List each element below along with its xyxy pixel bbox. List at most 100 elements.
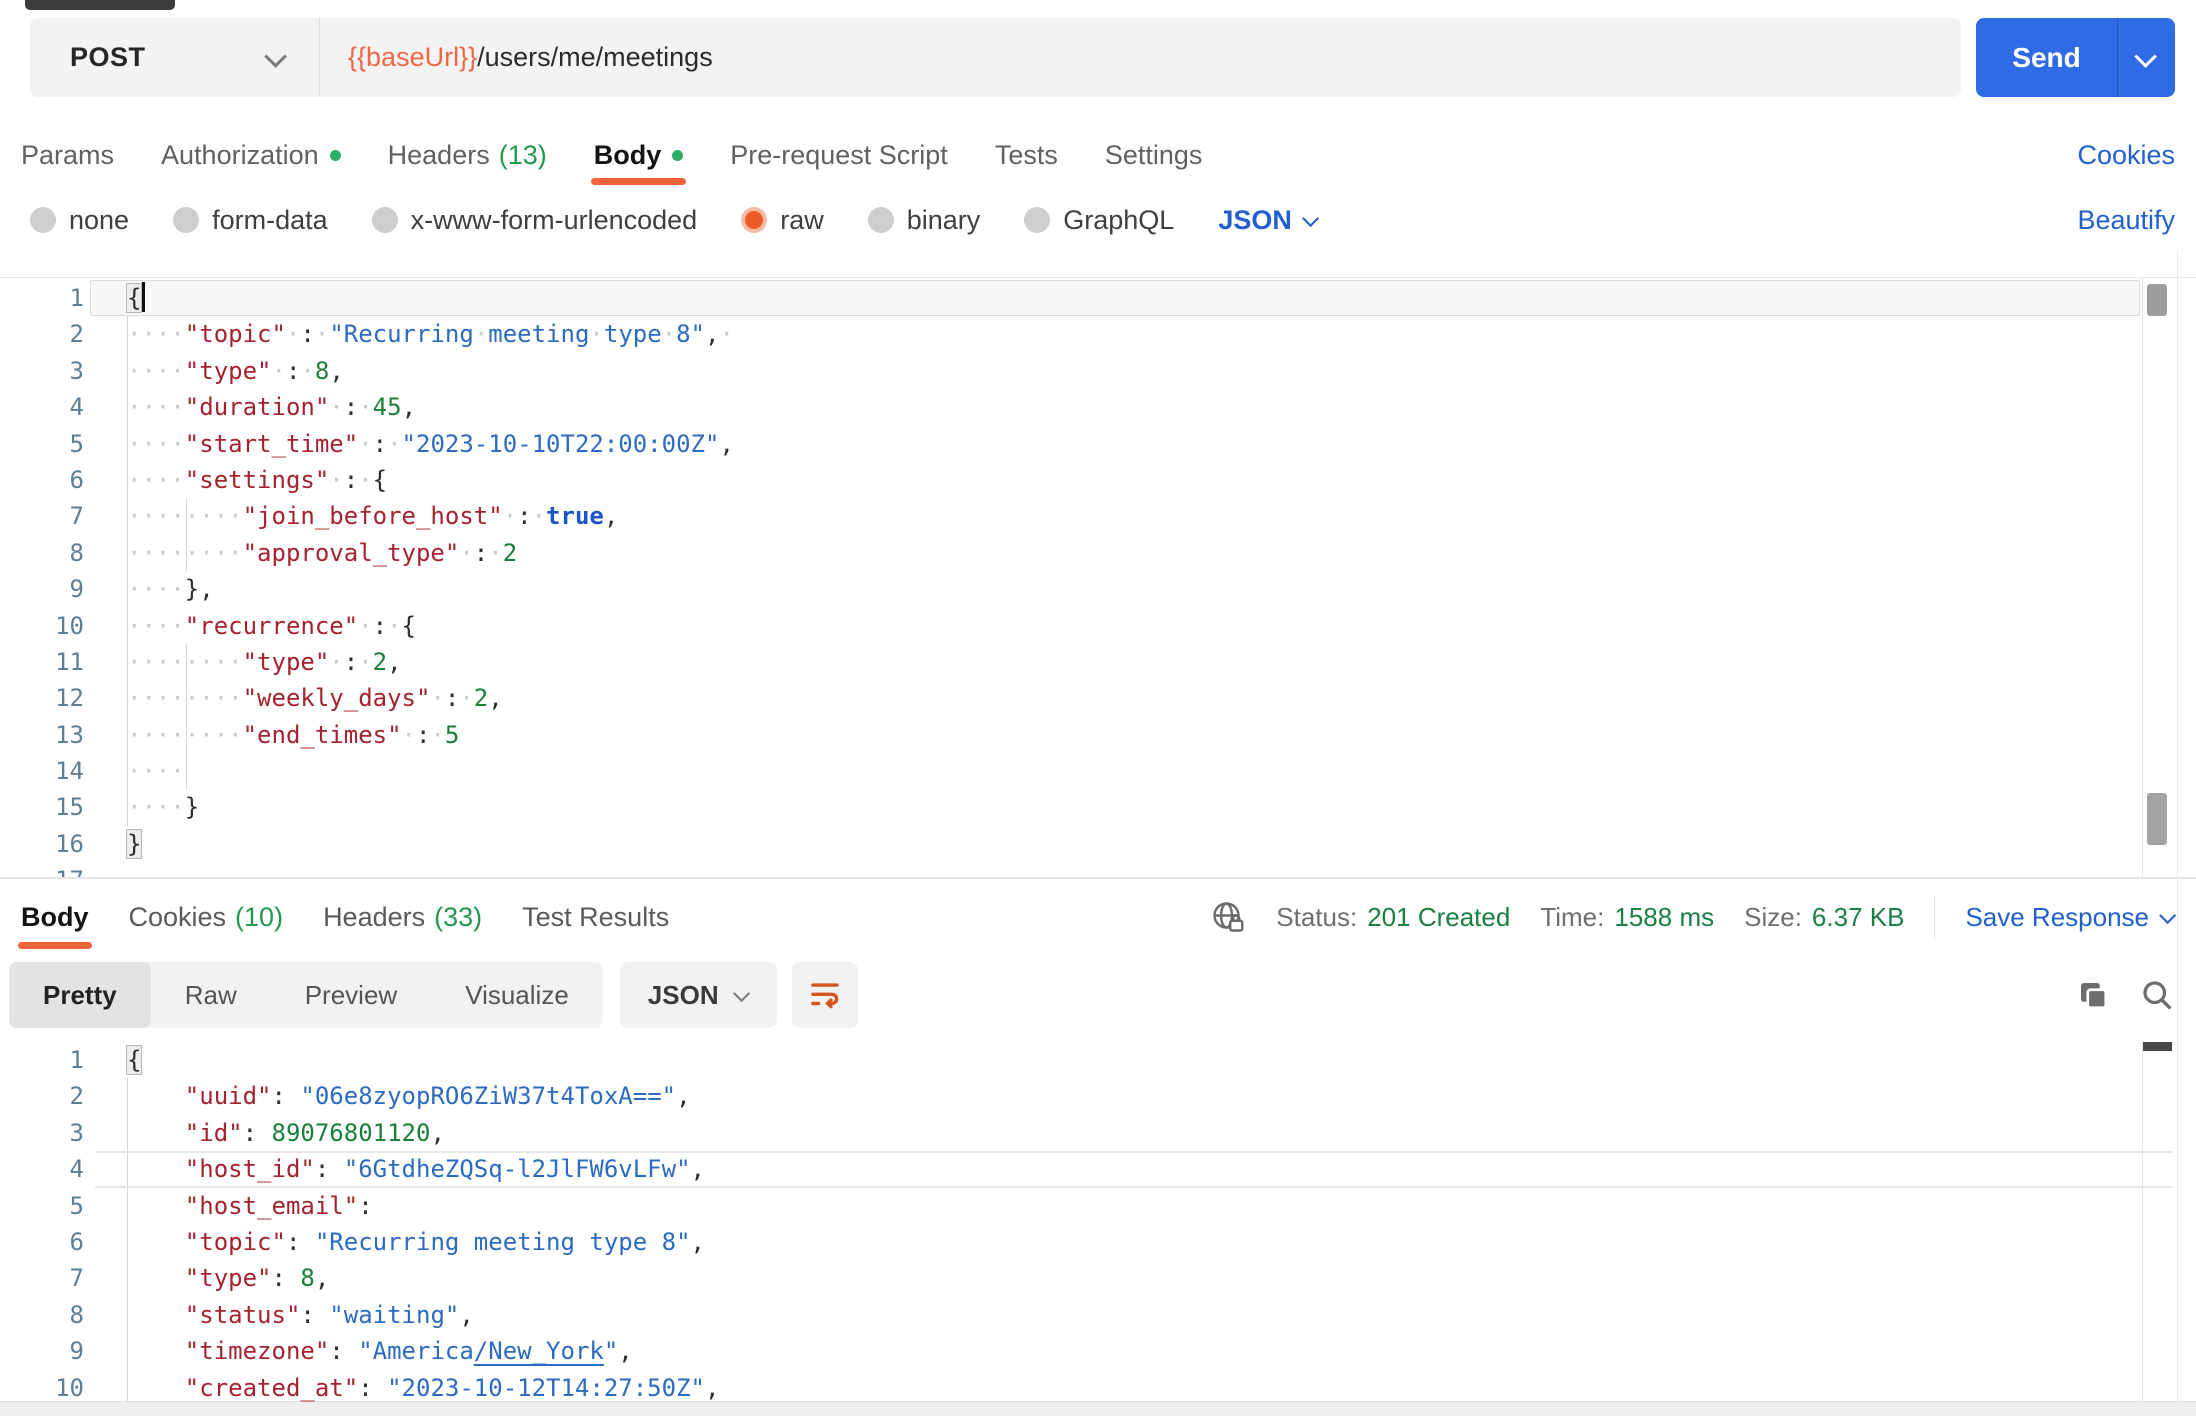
tab-label: Headers: [323, 901, 426, 932]
code-line[interactable]: 6 ····"settings"·:·{: [0, 462, 2196, 498]
code-token: "2023-10-12T14:27:50Z": [387, 1373, 705, 1402]
scrollbar-thumb[interactable]: [2147, 284, 2167, 316]
tab-body[interactable]: Body: [18, 879, 91, 955]
tab-tests[interactable]: Tests: [995, 125, 1058, 185]
send-options-button[interactable]: [2118, 18, 2175, 97]
tab-headers[interactable]: Headers (13): [388, 125, 547, 185]
copy-icon[interactable]: [2075, 977, 2111, 1013]
tab-settings[interactable]: Settings: [1105, 125, 1203, 185]
send-button[interactable]: Send: [1976, 18, 2117, 97]
code-line[interactable]: 4 "host_id": "6GtdheZQSq-l2JlFW6vLFw",: [0, 1151, 2196, 1188]
code-token: :: [300, 1300, 315, 1329]
code-line[interactable]: 2 "uuid": "06e8zyopRO6ZiW37t4ToxA==",: [0, 1078, 2196, 1114]
code-line[interactable]: 13 ········"end_times"·:·5: [0, 717, 2196, 753]
cookies-link[interactable]: Cookies: [2077, 140, 2175, 171]
url-input[interactable]: {{baseUrl}}/users/me/meetings: [320, 18, 1961, 97]
response-language-selector[interactable]: JSON: [619, 962, 777, 1028]
code-line[interactable]: 3 ····"type"·:·8,: [0, 353, 2196, 389]
code-token: "type": [184, 1264, 272, 1293]
response-language-label: JSON: [647, 979, 719, 1010]
code-line[interactable]: 12 ········"weekly_days"·:·2,: [0, 680, 2196, 716]
code-line[interactable]: 11 ········"type"·:·2,: [0, 644, 2196, 680]
code-token: 45: [372, 393, 402, 422]
tab-authorization[interactable]: Authorization: [161, 125, 341, 185]
view-raw[interactable]: Raw: [151, 962, 271, 1028]
code-line[interactable]: 8 "status": "waiting",: [0, 1297, 2196, 1333]
line-number: 7: [69, 1264, 84, 1293]
radio-icon: [867, 207, 894, 233]
response-code-lines: 1{2 "uuid": "06e8zyopRO6ZiW37t4ToxA==", 3…: [0, 1040, 2196, 1402]
code-token: "host_id": [184, 1155, 315, 1184]
body-type-row: none form-data x-www-form-urlencoded raw bin…: [30, 196, 2175, 244]
line-number: 4: [69, 1155, 84, 1184]
view-visualize[interactable]: Visualize: [431, 962, 603, 1028]
time-pair: Time: 1588 ms: [1540, 902, 1714, 933]
request-body-editor[interactable]: 1{2 ····"topic"·:·"Recurring·meeting·type…: [0, 277, 2196, 878]
wrap-text-button[interactable]: [791, 962, 858, 1028]
code-token: ········: [127, 684, 243, 713]
code-token: ·: [531, 502, 547, 531]
body-language-selector[interactable]: JSON: [1218, 205, 1319, 236]
code-line[interactable]: 1{: [0, 280, 2196, 317]
tab-pre-request-script[interactable]: Pre-request Script: [730, 125, 948, 185]
search-icon[interactable]: [2139, 977, 2175, 1013]
tab-cookies[interactable]: Cookies (10): [129, 879, 284, 955]
code-line[interactable]: 10 ····"recurrence"·:·{: [0, 608, 2196, 644]
code-token: ,: [618, 1337, 633, 1366]
code-token: ·: [300, 356, 315, 385]
code-line[interactable]: 15 ····}: [0, 789, 2196, 825]
method-selector[interactable]: POST: [30, 18, 320, 97]
code-line[interactable]: 5 ····"start_time"·:·"2023-10-10T22:00:00…: [0, 426, 2196, 462]
body-type-raw[interactable]: raw: [741, 205, 824, 236]
line-number: 4: [69, 393, 84, 422]
scrollbar-thumb[interactable]: [2147, 793, 2167, 845]
code-line[interactable]: 9 ····},: [0, 571, 2196, 607]
body-type-form-data[interactable]: form-data: [173, 205, 328, 236]
save-response-label: Save Response: [1965, 901, 2149, 932]
code-line[interactable]: 16}: [0, 826, 2196, 862]
body-type-binary[interactable]: binary: [867, 205, 980, 236]
body-type-graphql[interactable]: GraphQL: [1024, 205, 1174, 236]
request-tabs: Params Authorization Headers (13) Body Pre-re…: [21, 125, 2175, 185]
code-text: ····: [84, 753, 185, 789]
code-line[interactable]: 7 "type": 8,: [0, 1260, 2196, 1296]
tab-headers[interactable]: Headers (33): [323, 879, 482, 955]
tab-params[interactable]: Params: [21, 125, 114, 185]
code-line[interactable]: 4 ····"duration"·:·45,: [0, 389, 2196, 425]
code-line[interactable]: 5 "host_email":: [0, 1188, 2196, 1224]
view-preview[interactable]: Preview: [271, 962, 431, 1028]
code-token: ····: [127, 393, 185, 422]
line-number: 1: [69, 1046, 84, 1074]
view-pretty[interactable]: Pretty: [9, 962, 151, 1028]
chevron-down-icon: [1301, 210, 1319, 228]
response-body-viewer[interactable]: 1{2 "uuid": "06e8zyopRO6ZiW37t4ToxA==", 3…: [0, 1040, 2196, 1402]
code-token: :: [242, 1118, 258, 1147]
tab-body[interactable]: Body: [590, 125, 686, 185]
code-line[interactable]: 6 "topic": "Recurring meeting type 8",: [0, 1224, 2196, 1260]
tab-test-results[interactable]: Test Results: [522, 879, 669, 955]
code-line[interactable]: 3 "id": 89076801120,: [0, 1115, 2196, 1151]
beautify-link[interactable]: Beautify: [2077, 205, 2175, 236]
code-line[interactable]: 8 ········"approval_type"·:·2: [0, 535, 2196, 571]
code-token: 8: [300, 1264, 315, 1293]
scrollbar-thumb[interactable]: [2143, 1042, 2172, 1051]
body-type-x-www-form-urlencoded[interactable]: x-www-form-urlencoded: [371, 205, 697, 236]
code-line[interactable]: 10 "created_at": "2023-10-12T14:27:50Z",: [0, 1370, 2196, 1402]
code-line[interactable]: 7 ········"join_before_host"·:·true,: [0, 498, 2196, 534]
code-line[interactable]: 17: [0, 862, 2196, 878]
chevron-down-icon: [2133, 44, 2157, 68]
code-line[interactable]: 14 ····: [0, 753, 2196, 789]
code-token: "duration": [184, 393, 330, 422]
save-response-button[interactable]: Save Response: [1965, 901, 2177, 933]
line-number: 6: [69, 465, 84, 494]
code-token: 5: [444, 720, 460, 749]
code-line[interactable]: 1{: [0, 1042, 2196, 1078]
code-line[interactable]: 9 "timezone": "America/New_York",: [0, 1333, 2196, 1369]
workspace-tab-remnant[interactable]: [25, 0, 175, 10]
horizontal-scrollbar[interactable]: [0, 1401, 2196, 1416]
code-line[interactable]: 2 ····"topic"·:·"Recurring·meeting·type·8…: [0, 316, 2196, 352]
body-type-none[interactable]: none: [30, 205, 129, 236]
code-token: ·: [459, 538, 474, 567]
